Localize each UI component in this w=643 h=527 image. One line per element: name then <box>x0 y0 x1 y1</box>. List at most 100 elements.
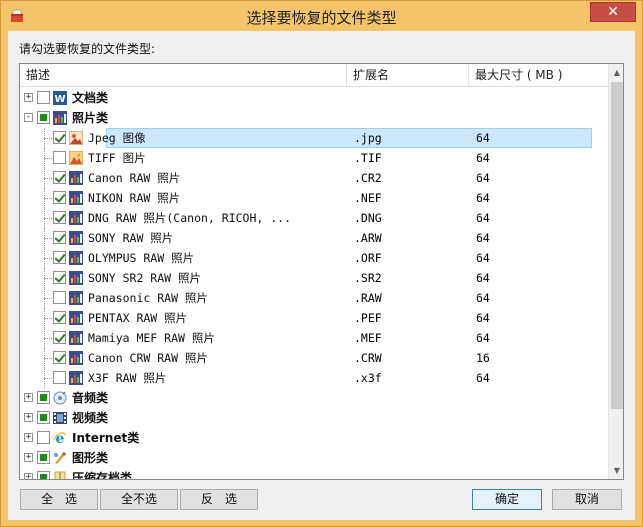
row-max-size: 64 <box>476 131 490 145</box>
file-type-row[interactable]: Canon CRW RAW 照片 .CRW 16 <box>20 348 608 368</box>
category-row[interactable]: + 图形类 <box>20 448 608 468</box>
row-label: SONY RAW 照片 <box>88 231 174 245</box>
row-label: TIFF 图片 <box>88 151 146 165</box>
file-type-row[interactable]: NIKON RAW 照片 .NEF 64 <box>20 188 608 208</box>
column-header-desc[interactable]: 描述 <box>20 64 347 87</box>
raw-icon <box>68 210 84 226</box>
row-checkbox[interactable] <box>53 271 66 284</box>
scroll-up-icon[interactable]: ▲ <box>609 64 623 81</box>
prompt-label: 请勾选要恢复的文件类型: <box>19 42 156 56</box>
row-extension: .RAW <box>354 291 382 305</box>
title-bar[interactable]: 选择要恢复的文件类型 ✕ <box>1 1 642 31</box>
row-checkbox[interactable] <box>53 211 66 224</box>
file-type-row[interactable]: Jpeg 图像 .jpg 64 <box>20 128 608 148</box>
invert-selection-button[interactable]: 反 选 <box>180 489 258 510</box>
file-type-list[interactable]: 描述 扩展名 最大尺寸 ( MB ) + W 文档类 - 照片类 Jpeg 图像 .jpg 6… <box>19 63 624 480</box>
row-extension: .SR2 <box>354 271 382 285</box>
row-checkbox[interactable] <box>37 391 50 404</box>
archive-icon <box>52 470 68 479</box>
svg-text:W: W <box>54 94 65 105</box>
file-type-row[interactable]: Canon RAW 照片 .CR2 64 <box>20 168 608 188</box>
row-checkbox[interactable] <box>37 111 50 124</box>
file-type-row[interactable]: X3F RAW 照片 .x3f 64 <box>20 368 608 388</box>
category-row[interactable]: + W 文档类 <box>20 88 608 108</box>
row-checkbox[interactable] <box>37 411 50 424</box>
category-row[interactable]: - 照片类 <box>20 108 608 128</box>
category-row[interactable]: + 压缩存档类 <box>20 468 608 479</box>
row-checkbox[interactable] <box>53 371 66 384</box>
file-type-row[interactable]: OLYMPUS RAW 照片 .ORF 64 <box>20 248 608 268</box>
row-checkbox[interactable] <box>37 451 50 464</box>
row-label: DNG RAW 照片(Canon, RICOH, ... <box>88 211 292 225</box>
file-type-row[interactable]: SONY RAW 照片 .ARW 64 <box>20 228 608 248</box>
row-checkbox[interactable] <box>53 151 66 164</box>
tiff-icon <box>68 150 84 166</box>
row-max-size: 64 <box>476 251 490 265</box>
scrollbar-thumb[interactable] <box>611 82 623 409</box>
row-checkbox[interactable] <box>53 231 66 244</box>
row-checkbox[interactable] <box>53 331 66 344</box>
dialog-body: 请勾选要恢复的文件类型: 描述 扩展名 最大尺寸 ( MB ) + W 文档类 - 照片… <box>8 31 635 520</box>
close-button[interactable]: ✕ <box>590 2 636 22</box>
raw-icon <box>68 250 84 266</box>
row-label: Jpeg 图像 <box>88 131 146 145</box>
photo-icon <box>52 110 68 126</box>
row-label: 文档类 <box>72 91 109 105</box>
raw-icon <box>68 270 84 286</box>
row-label: 图形类 <box>72 451 109 465</box>
category-row[interactable]: + e Internet类 <box>20 428 608 448</box>
row-max-size: 64 <box>476 171 490 185</box>
row-label: NIKON RAW 照片 <box>88 191 181 205</box>
expand-icon[interactable]: + <box>24 453 33 462</box>
column-header-size[interactable]: 最大尺寸 ( MB ) <box>469 64 608 87</box>
collapse-icon[interactable]: - <box>24 113 33 122</box>
row-extension: .x3f <box>354 371 382 385</box>
raw-icon <box>68 290 84 306</box>
row-checkbox[interactable] <box>53 191 66 204</box>
row-checkbox[interactable] <box>37 431 50 444</box>
row-label: PENTAX RAW 照片 <box>88 311 188 325</box>
vertical-scrollbar[interactable]: ▲ ▼ <box>608 64 623 479</box>
file-type-row[interactable]: SONY SR2 RAW 照片 .SR2 64 <box>20 268 608 288</box>
expand-icon[interactable]: + <box>24 433 33 442</box>
row-checkbox[interactable] <box>53 291 66 304</box>
expand-icon[interactable]: + <box>24 413 33 422</box>
row-checkbox[interactable] <box>37 91 50 104</box>
row-label: Mamiya MEF RAW 照片 <box>88 331 215 345</box>
row-label: X3F RAW 照片 <box>88 371 167 385</box>
category-row[interactable]: + 音频类 <box>20 388 608 408</box>
row-extension: .TIF <box>354 151 382 165</box>
jpeg-icon <box>68 130 84 146</box>
file-type-row[interactable]: Panasonic RAW 照片 .RAW 64 <box>20 288 608 308</box>
row-max-size: 64 <box>476 311 490 325</box>
row-checkbox[interactable] <box>53 131 66 144</box>
row-checkbox[interactable] <box>53 351 66 364</box>
file-type-row[interactable]: Mamiya MEF RAW 照片 .MEF 64 <box>20 328 608 348</box>
window-title: 选择要恢复的文件类型 <box>246 9 397 27</box>
select-none-button[interactable]: 全不选 <box>100 489 178 510</box>
row-checkbox[interactable] <box>53 171 66 184</box>
row-checkbox[interactable] <box>37 471 50 479</box>
category-row[interactable]: + 视频类 <box>20 408 608 428</box>
expand-icon[interactable]: + <box>24 93 33 102</box>
row-label: SONY SR2 RAW 照片 <box>88 271 202 285</box>
row-label: Panasonic RAW 照片 <box>88 291 208 305</box>
row-max-size: 64 <box>476 371 490 385</box>
expand-icon[interactable]: + <box>24 393 33 402</box>
expand-icon[interactable]: + <box>24 473 33 479</box>
file-type-row[interactable]: DNG RAW 照片(Canon, RICOH, ... .DNG 64 <box>20 208 608 228</box>
file-type-row[interactable]: TIFF 图片 .TIF 64 <box>20 148 608 168</box>
row-checkbox[interactable] <box>53 251 66 264</box>
select-all-button[interactable]: 全 选 <box>20 489 98 510</box>
row-max-size: 64 <box>476 291 490 305</box>
cancel-button[interactable]: 取消 <box>552 489 622 510</box>
file-type-row[interactable]: PENTAX RAW 照片 .PEF 64 <box>20 308 608 328</box>
dialog-window: 选择要恢复的文件类型 ✕ 请勾选要恢复的文件类型: 描述 扩展名 最大尺寸 ( … <box>0 0 643 527</box>
row-checkbox[interactable] <box>53 311 66 324</box>
ok-button[interactable]: 确定 <box>472 489 542 510</box>
row-extension: .jpg <box>354 131 382 145</box>
scroll-down-icon[interactable]: ▼ <box>609 462 623 479</box>
column-header-ext[interactable]: 扩展名 <box>347 64 469 87</box>
row-label: Internet类 <box>72 431 140 445</box>
word-icon: W <box>52 90 68 106</box>
